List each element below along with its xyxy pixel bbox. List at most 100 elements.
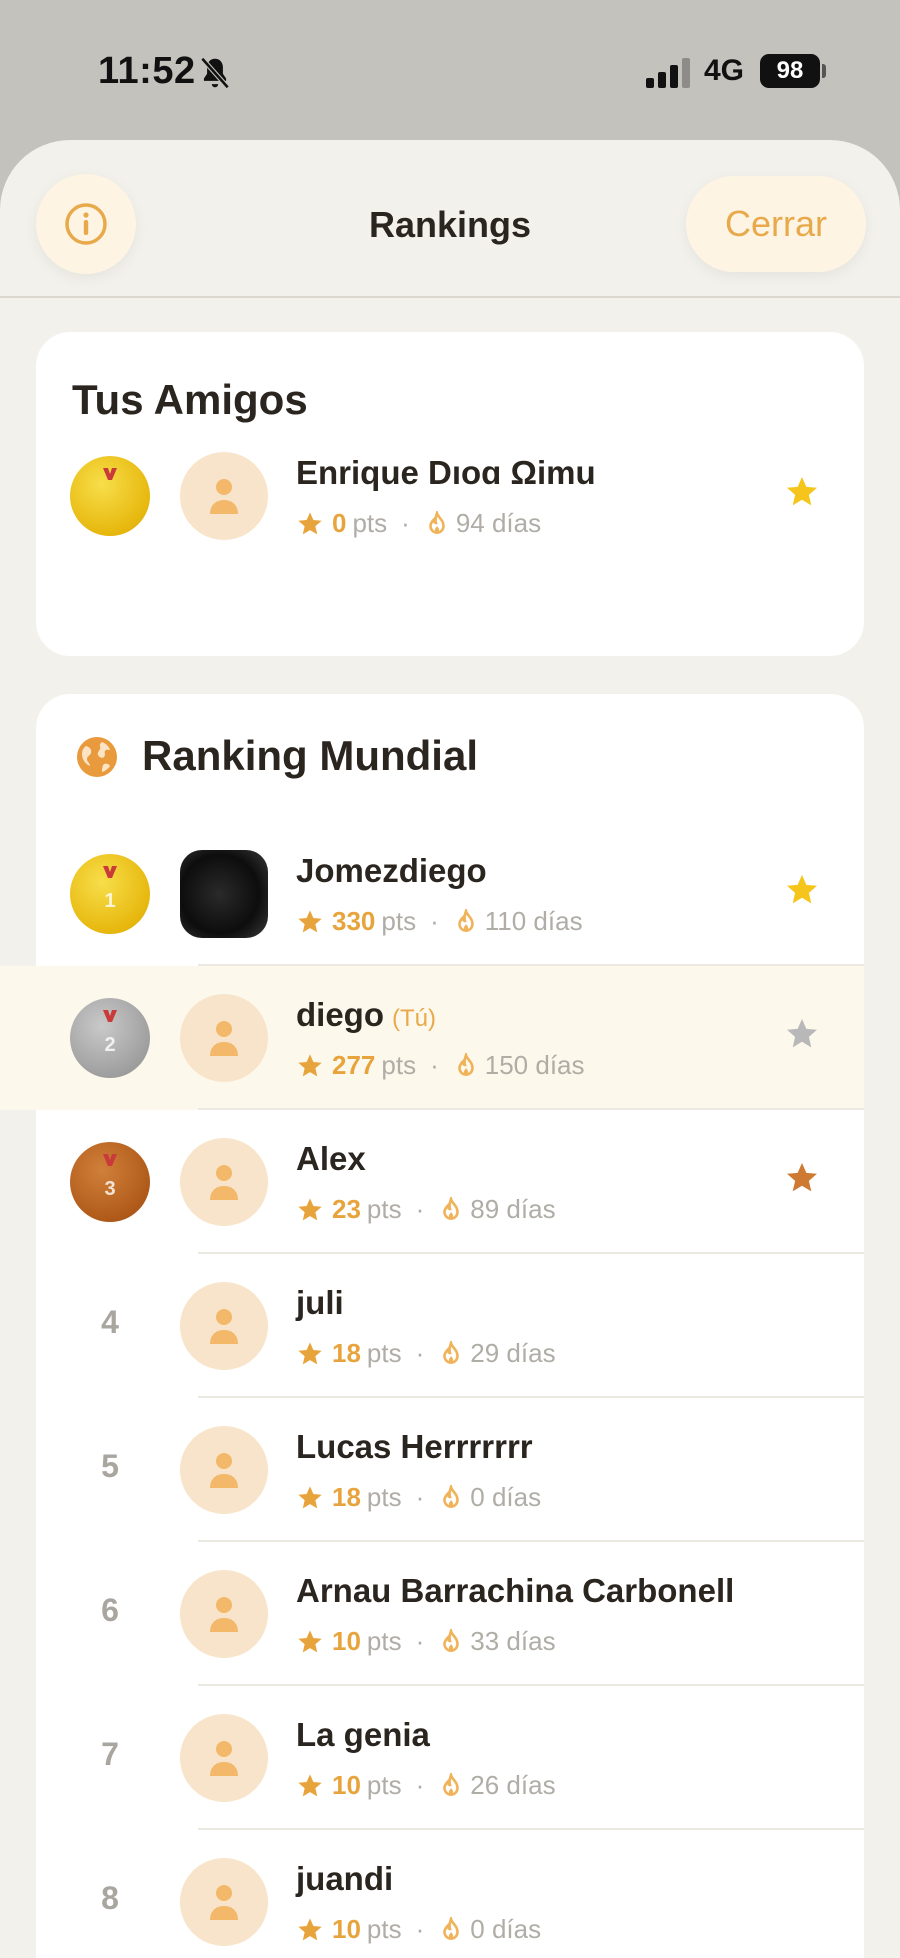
friends-title: Tus Amigos bbox=[72, 376, 308, 423]
points-label: pts bbox=[366, 1194, 402, 1224]
ranking-row[interactable]: 5 Lucas Herrrrrrr 18 pts · 0 días bbox=[36, 1398, 864, 1542]
flame-icon bbox=[443, 1484, 460, 1508]
user-name: juli bbox=[296, 1284, 344, 1322]
streak-days: 89 días bbox=[470, 1194, 556, 1224]
ribbon-icon bbox=[103, 866, 117, 878]
ranking-row-content: 8 juandi 10 pts · 0 días bbox=[36, 1830, 864, 1958]
user-name: diego (Tú) bbox=[296, 996, 436, 1034]
points-star-icon bbox=[298, 909, 322, 932]
user-icon bbox=[210, 1453, 238, 1488]
ranking-row[interactable]: 7 La genia 10 pts · 26 días bbox=[36, 1686, 864, 1830]
user-icon bbox=[210, 1597, 238, 1632]
flame-icon bbox=[443, 1772, 460, 1796]
points-value: 18 bbox=[332, 1338, 361, 1368]
globe-icon bbox=[77, 737, 117, 777]
ranking-row-content: 2 diego (Tú) 277 pts · 150 días bbox=[36, 966, 864, 1110]
ranking-row-content: Enrique Dıoɑ Ωimu 0 pts · 94 días bbox=[36, 424, 864, 568]
points-value: 0 bbox=[332, 508, 347, 538]
points-label: pts bbox=[366, 1482, 402, 1512]
points-value: 10 bbox=[332, 1626, 361, 1656]
medal-rank-number: 3 bbox=[104, 1178, 116, 1200]
user-name: Enrique Dıoɑ Ωimu bbox=[296, 454, 596, 492]
current-user-row[interactable]: 2 diego (Tú) 277 pts · 150 días bbox=[0, 966, 864, 1110]
ranking-row[interactable]: 3 Alex 23 pts · 89 días bbox=[36, 1110, 864, 1254]
points-value: 18 bbox=[332, 1482, 361, 1512]
user-stats: 10 pts · 33 días bbox=[296, 1626, 556, 1657]
rank-star-icon bbox=[787, 477, 817, 506]
rank-star-icon bbox=[787, 1163, 817, 1192]
points-value: 10 bbox=[332, 1770, 361, 1800]
user-icon bbox=[210, 1165, 238, 1200]
points-label: pts bbox=[366, 1338, 402, 1368]
ranking-row-content: 4 juli 18 pts · 29 días bbox=[36, 1254, 864, 1398]
ranking-row[interactable]: 8 juandi 10 pts · 0 días bbox=[36, 1830, 864, 1958]
ranking-row[interactable]: 1 Jomezdiego 330 pts · 110 días bbox=[36, 822, 864, 966]
user-stats: 330 pts · 110 días bbox=[296, 906, 583, 937]
gold-medal-icon bbox=[70, 456, 150, 536]
streak-days: 26 días bbox=[470, 1770, 556, 1800]
medal-rank-number: 2 bbox=[104, 1034, 116, 1056]
points-value: 277 bbox=[332, 1050, 376, 1080]
points-star-icon bbox=[298, 1197, 322, 1220]
user-icon bbox=[210, 1021, 238, 1056]
ranking-row[interactable]: Enrique Dıoɑ Ωimu 0 pts · 94 días bbox=[36, 424, 864, 568]
friends-card: Tus Amigos Enrique Dıoɑ Ωimu 0 pts · 94 días bbox=[36, 332, 864, 656]
points-star-icon bbox=[298, 1773, 322, 1796]
silver-medal-icon: 2 bbox=[70, 998, 150, 1078]
close-button[interactable]: Cerrar bbox=[686, 176, 866, 272]
user-name-text: La genia bbox=[296, 1716, 430, 1753]
ranking-row[interactable]: 6 Arnau Barrachina Carbonell 10 pts · 33 días bbox=[36, 1542, 864, 1686]
points-value: 10 bbox=[332, 1914, 361, 1944]
points-star-icon bbox=[298, 511, 322, 534]
you-label: (Tú) bbox=[392, 1005, 436, 1032]
ribbon-icon bbox=[103, 1154, 117, 1166]
separator-dot: · bbox=[430, 906, 439, 936]
user-stats: 0 pts · 94 días bbox=[296, 508, 541, 539]
flame-icon bbox=[443, 1628, 460, 1652]
separator-dot: · bbox=[415, 1914, 425, 1944]
rank-star-icon bbox=[787, 875, 817, 904]
separator-dot: · bbox=[415, 1626, 425, 1656]
user-name-text: Alex bbox=[296, 1140, 366, 1177]
flame-icon bbox=[429, 510, 445, 534]
battery-indicator: 98 bbox=[760, 54, 820, 88]
status-bar: 11:52 4G 98 bbox=[0, 0, 900, 140]
user-stats: 10 pts · 26 días bbox=[296, 1770, 556, 1801]
rank-number: 7 bbox=[101, 1736, 119, 1772]
flame-icon bbox=[457, 908, 474, 932]
points-label: pts bbox=[366, 1914, 402, 1944]
ribbon-icon bbox=[103, 1010, 117, 1022]
flame-icon bbox=[443, 1196, 460, 1220]
avatar bbox=[180, 994, 268, 1082]
user-name-text: diego bbox=[296, 996, 384, 1033]
avatar bbox=[180, 1858, 268, 1946]
ranking-row-content: 5 Lucas Herrrrrrr 18 pts · 0 días bbox=[36, 1398, 864, 1542]
points-label: pts bbox=[352, 508, 388, 538]
rankings-sheet: Rankings Cerrar Tus Amigos Enrique Dıoɑ … bbox=[0, 140, 900, 1958]
user-name: Arnau Barrachina Carbonell bbox=[296, 1572, 734, 1610]
avatar bbox=[180, 1714, 268, 1802]
streak-days: 94 días bbox=[455, 508, 542, 538]
points-star-icon bbox=[298, 1341, 322, 1364]
points-label: pts bbox=[381, 1050, 417, 1080]
flame-icon bbox=[457, 1052, 474, 1076]
streak-days: 33 días bbox=[470, 1626, 556, 1656]
avatar bbox=[180, 452, 268, 540]
user-name: La genia bbox=[296, 1716, 430, 1754]
sheet-header: Rankings Cerrar bbox=[0, 140, 900, 298]
bronze-medal-icon: 3 bbox=[70, 1142, 150, 1222]
points-star-icon bbox=[298, 1629, 322, 1652]
ranking-row-content: 3 Alex 23 pts · 89 días bbox=[36, 1110, 864, 1254]
points-label: pts bbox=[366, 1626, 402, 1656]
rank-number: 6 bbox=[101, 1592, 119, 1628]
user-stats: 18 pts · 0 días bbox=[296, 1482, 541, 1513]
user-name-text: Lucas Herrrrrrr bbox=[296, 1428, 533, 1465]
world-ranking-card: Ranking Mundial 1 Jomezdiego 330 pts · 110 dí… bbox=[0, 694, 864, 1958]
avatar bbox=[180, 1282, 268, 1370]
bell-muted-icon bbox=[200, 57, 230, 89]
streak-days: 0 días bbox=[470, 1482, 542, 1512]
ranking-row[interactable]: 4 juli 18 pts · 29 días bbox=[36, 1254, 864, 1398]
user-name: Jomezdiego bbox=[296, 852, 487, 890]
points-star-icon bbox=[298, 1485, 322, 1508]
world-ranking-title: Ranking Mundial bbox=[142, 732, 478, 779]
